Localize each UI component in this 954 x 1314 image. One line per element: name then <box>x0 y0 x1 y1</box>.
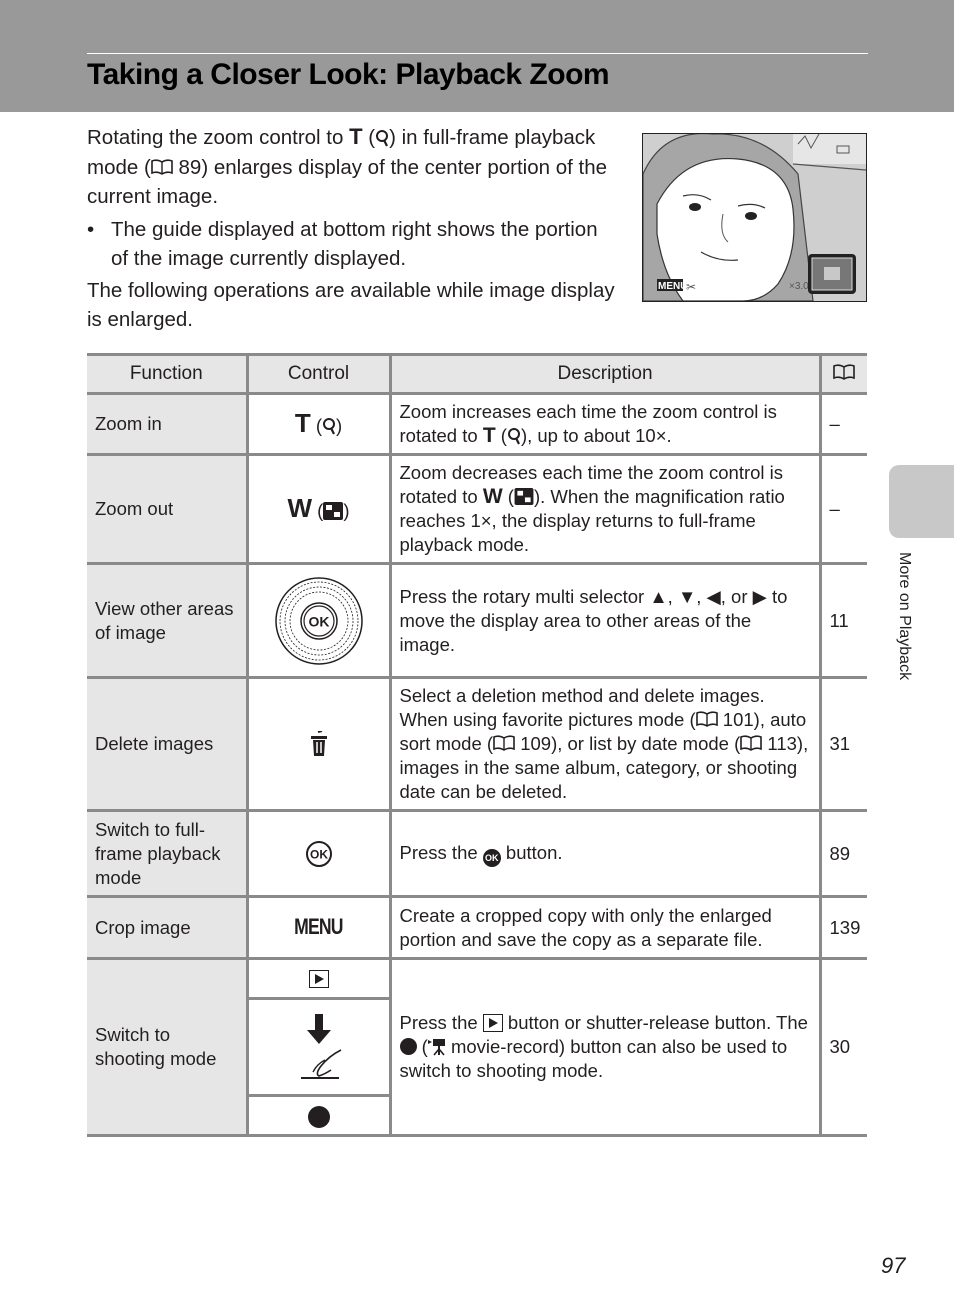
control-cell: W () <box>245 453 392 565</box>
operations-table: Function Control Description Zoom in T (… <box>87 353 867 1137</box>
header-rule <box>87 53 868 54</box>
movie-camera-icon <box>427 1038 446 1056</box>
book-icon <box>695 711 718 727</box>
header-control: Control <box>245 353 392 395</box>
description-cell: Zoom increases each time the zoom contro… <box>388 392 822 456</box>
table-row: View other areas of image OK Press the r… <box>87 562 867 679</box>
intro-text: Rotating the zoom control to T () in ful… <box>87 122 617 335</box>
description-cell: Create a cropped copy with only the enla… <box>388 895 822 960</box>
control-cell: OK <box>245 809 392 898</box>
rotary-multi-selector-icon: OK <box>274 576 364 666</box>
header-page <box>818 353 867 395</box>
section-label: More on Playback <box>896 552 913 681</box>
page-ref-cell: – <box>818 453 867 565</box>
function-cell: Switch to shooting mode <box>87 957 249 1137</box>
playback-button-icon <box>482 1014 503 1032</box>
book-icon <box>151 158 173 175</box>
control-cell-shutter <box>247 997 390 1097</box>
header-band <box>0 0 954 112</box>
svg-text:OK: OK <box>310 847 328 861</box>
page-ref-cell: 139 <box>818 895 867 960</box>
magnify-icon <box>322 417 336 435</box>
table-row: Delete images Select a deletion method a… <box>87 676 867 812</box>
header-function: Function <box>87 353 249 395</box>
shutter-release-icon <box>291 1012 347 1082</box>
tele-letter: T <box>349 124 363 149</box>
header-description: Description <box>388 353 822 395</box>
intro-bullet: • The guide displayed at bottom right sh… <box>87 217 598 271</box>
description-cell: Select a deletion method and delete imag… <box>388 676 822 812</box>
table-row: Switch to full-frame playback mode OK Pr… <box>87 809 867 898</box>
function-cell: Zoom in <box>87 392 249 456</box>
thumbnail-icon <box>323 501 344 520</box>
page-ref-cell: – <box>818 392 867 456</box>
function-cell: Crop image <box>87 895 249 960</box>
zoom-readout: ×3.0 <box>789 281 809 292</box>
description-cell: Press the rotary multi selector ▲, ▼, ◀,… <box>388 562 822 679</box>
trash-icon <box>309 730 329 757</box>
page-title: Taking a Closer Look: Playback Zoom <box>87 58 610 91</box>
page-number: 97 <box>881 1253 906 1278</box>
function-cell: Delete images <box>87 676 249 812</box>
function-cell: View other areas of image <box>87 562 249 679</box>
description-cell: Press the button or shutter-release butt… <box>388 957 822 1137</box>
page-ref-cell: 89 <box>818 809 867 898</box>
wide-letter: W <box>287 492 313 523</box>
svg-text:OK: OK <box>308 613 329 629</box>
arrow-left-icon: ◀ <box>706 585 721 607</box>
control-cell-playback <box>245 957 392 1000</box>
ok-button-icon: OK <box>305 840 332 867</box>
magnify-icon <box>507 427 521 445</box>
description-cell: Press the OK button. <box>388 809 822 898</box>
movie-record-button-icon <box>307 1105 330 1128</box>
control-cell-movie <box>247 1094 390 1137</box>
page-ref-cell: 11 <box>818 562 867 679</box>
book-icon <box>493 735 515 751</box>
tele-letter: T <box>294 407 311 438</box>
screen-menu-label: MENU <box>658 281 687 292</box>
zoom-guide-icon <box>808 254 856 294</box>
menu-button-label: MENU <box>294 914 343 939</box>
control-cell: OK <box>245 562 392 679</box>
function-cell: Switch to full-frame playback mode <box>87 809 249 898</box>
description-cell: Zoom decreases each time the zoom contro… <box>388 453 822 565</box>
section-tab <box>889 465 954 538</box>
table-row: Switch to shooting mode Press the button… <box>87 957 867 1137</box>
magnify-icon <box>375 129 389 147</box>
scissors-icon: ✂ <box>686 280 696 294</box>
control-cell: T () <box>245 392 392 456</box>
movie-record-button-icon <box>399 1038 417 1055</box>
intro-paragraph-2: The following operations are available w… <box>87 278 615 332</box>
intro-paragraph-1: Rotating the zoom control to T () in ful… <box>87 124 607 208</box>
arrow-down-icon: ▼ <box>677 585 697 607</box>
control-cell: MENU <box>245 895 392 960</box>
table-row: Zoom in T () Zoom increases each time th… <box>87 392 867 456</box>
table-row: Crop image MENU Create a cropped copy wi… <box>87 895 867 960</box>
arrow-right-icon: ▶ <box>752 585 767 607</box>
table-row: Zoom out W () Zoom decreases each time t… <box>87 453 867 565</box>
arrow-up-icon: ▲ <box>649 585 668 607</box>
page-ref-cell: 30 <box>818 957 867 1137</box>
function-cell: Zoom out <box>87 453 249 565</box>
book-icon <box>740 735 763 751</box>
book-icon <box>833 364 856 380</box>
playback-zoom-screen-image: MENU ✂ ×3.0 <box>642 133 867 302</box>
table-header-row: Function Control Description <box>87 353 867 395</box>
control-cell <box>245 676 392 812</box>
playback-button-icon <box>308 969 329 988</box>
thumbnail-icon <box>514 487 534 505</box>
ok-button-icon: OK <box>482 848 501 867</box>
page-ref-cell: 31 <box>818 676 867 812</box>
